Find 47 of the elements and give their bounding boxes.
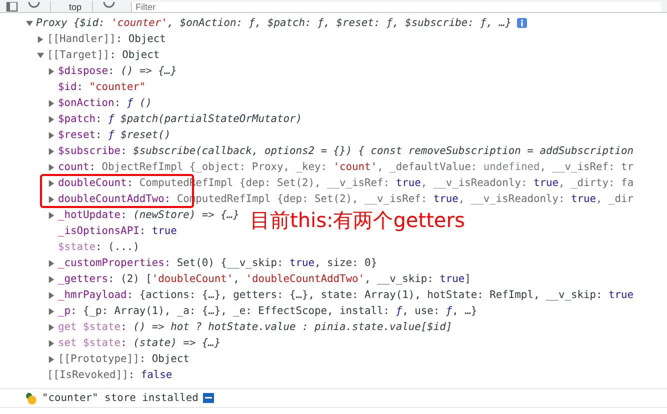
panel-icon[interactable] xyxy=(6,2,18,12)
expand-triangle-icon[interactable] xyxy=(48,324,55,330)
expand-triangle-icon[interactable] xyxy=(48,340,55,346)
expand-triangle-icon[interactable] xyxy=(48,164,55,170)
property-line: $reset: ƒ $reset() xyxy=(58,128,171,143)
property-line: _customProperties: Set(0) {__v_skip: true, size: 0} xyxy=(58,256,378,271)
property-line: _p: {_p: Array(1), _a: {…}, _e: EffectScope, install: ƒ, use: ƒ, …} xyxy=(58,304,478,319)
property-line: set $state: (state) => {…} xyxy=(58,336,221,351)
property-line: $subscribe: $subscribe(callback, options2 = {}) { const removeSubscription = addSubscription xyxy=(58,144,634,159)
expand-triangle-icon[interactable] xyxy=(48,148,55,154)
expand-triangle-icon[interactable] xyxy=(37,36,44,42)
property-line: _hmrPayload: {actions: {…}, getters: {…}, state: Array(1), hotState: RefImpl, __v_skip: true xyxy=(58,288,634,303)
property-line: $state: (...) xyxy=(58,240,140,255)
property-line: [[Target]]: Object xyxy=(47,48,160,63)
expand-triangle-icon[interactable] xyxy=(48,260,55,266)
expand-triangle-icon[interactable] xyxy=(48,116,55,122)
context-selector[interactable]: top xyxy=(69,2,82,12)
expand-triangle-icon[interactable] xyxy=(48,292,55,298)
expand-triangle-icon[interactable] xyxy=(48,180,55,186)
property-line: $patch: ƒ $patch(partialStateOrMutator) xyxy=(58,112,302,127)
property-line: count: ObjectRefImpl {_object: Proxy, _key: 'count', _defaultValue: undefined, __v_isRef: tr xyxy=(58,160,634,175)
expand-triangle-icon[interactable] xyxy=(48,308,55,314)
property-line: Proxy {$id: 'counter', $onAction: ƒ, $patch: ƒ, $reset: ƒ, $subscribe: ƒ, …} xyxy=(36,16,512,31)
expand-triangle-icon[interactable] xyxy=(26,20,33,26)
log-message: "counter" store installed xyxy=(42,392,198,404)
expand-triangle-icon[interactable] xyxy=(48,100,55,106)
property-line: [[IsRevoked]]: false xyxy=(47,368,172,383)
expand-triangle-icon[interactable] xyxy=(37,52,44,58)
expand-triangle-icon[interactable] xyxy=(48,212,55,218)
property-line: $dispose: () => {…} xyxy=(58,64,177,79)
info-icon[interactable] xyxy=(517,18,528,28)
annotation-text: 目前this:有两个getters xyxy=(250,209,465,231)
expand-triangle-icon[interactable] xyxy=(48,68,55,74)
expand-triangle-icon[interactable] xyxy=(48,196,55,202)
property-line: _hotUpdate: (newStore) => {…} xyxy=(58,208,240,223)
badge-icon xyxy=(203,393,214,403)
expand-triangle-icon[interactable] xyxy=(48,356,55,362)
property-line: _isOptionsAPI: true xyxy=(58,224,177,239)
property-line: get $state: () => hot ? hotState.value : pinia.state.value[$id] xyxy=(58,320,452,335)
property-line: $onAction: ƒ () xyxy=(58,96,152,111)
property-line: [[Prototype]]: Object xyxy=(58,352,190,367)
property-line: _getters: (2) ['doubleCount', 'doubleCountAddTwo', __v_skip: true] xyxy=(58,272,471,287)
expand-triangle-icon[interactable] xyxy=(48,276,55,282)
filter-field[interactable]: Filter xyxy=(130,2,661,12)
property-line: [[Handler]]: Object xyxy=(47,32,166,47)
expand-triangle-icon[interactable] xyxy=(48,132,55,138)
property-line: $id: "counter" xyxy=(58,80,146,95)
